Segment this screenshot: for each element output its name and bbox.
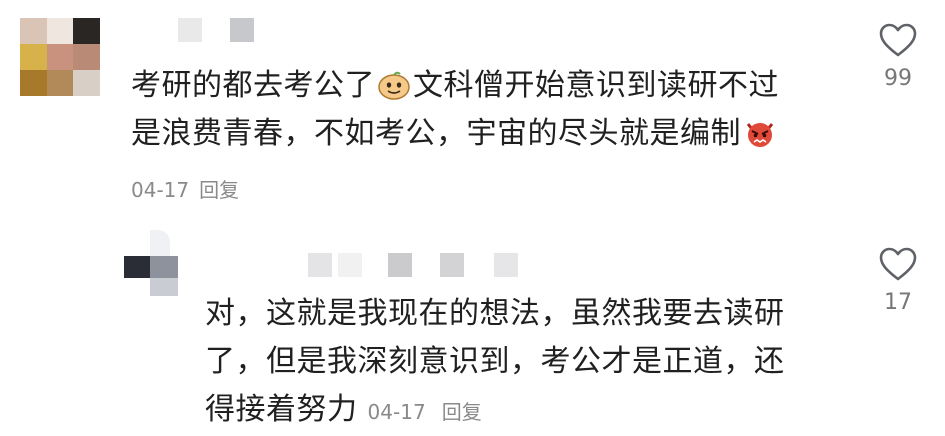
heart-outline-icon[interactable] xyxy=(878,246,918,282)
like-button[interactable]: 99 xyxy=(875,22,921,91)
comment-meta: 04-17 回复 xyxy=(131,174,239,203)
reply-text-line1: 对，这就是我现在的想法，虽然我要去读研 xyxy=(205,296,785,331)
comment-item: 考研的都去考公了 文科僧开始意识到读研不过是浪费青春，不如考公，宇宙的尽头就是编… xyxy=(0,0,945,215)
like-count: 17 xyxy=(884,290,912,315)
reply-text-line3: 得接着努力 xyxy=(205,392,358,427)
reply-text: 对，这就是我现在的想法，虽然我要去读研 了，但是我深刻意识到，考公才是正道，还 … xyxy=(205,290,785,436)
avatar[interactable] xyxy=(124,230,178,296)
username-redacted[interactable] xyxy=(178,18,268,42)
heart-outline-icon[interactable] xyxy=(878,22,918,58)
comment-text-line1a: 考研的都去考公了 xyxy=(131,68,375,103)
reply-date: 04-17 xyxy=(367,400,426,424)
like-count: 99 xyxy=(884,66,912,91)
comment-text: 考研的都去考公了 文科僧开始意识到读研不过是浪费青春，不如考公，宇宙的尽头就是编… xyxy=(131,62,779,158)
username-redacted[interactable] xyxy=(308,253,528,277)
comment-text-line1b: 文科僧开始意识到读研不过 xyxy=(413,68,779,103)
smiling-face-emoji xyxy=(378,71,410,100)
comment-date: 04-17 xyxy=(131,178,190,202)
comment-text-line2: 是浪费青春，不如考公，宇宙的尽头就是编制 xyxy=(131,116,741,151)
reply-button[interactable]: 回复 xyxy=(199,178,239,202)
angry-devil-emoji xyxy=(746,123,774,147)
like-button[interactable]: 17 xyxy=(875,246,921,315)
reply-text-line2: 了，但是我深刻意识到，考公才是正道，还 xyxy=(205,344,785,379)
reply-button[interactable]: 回复 xyxy=(442,400,482,424)
avatar[interactable] xyxy=(20,18,100,96)
